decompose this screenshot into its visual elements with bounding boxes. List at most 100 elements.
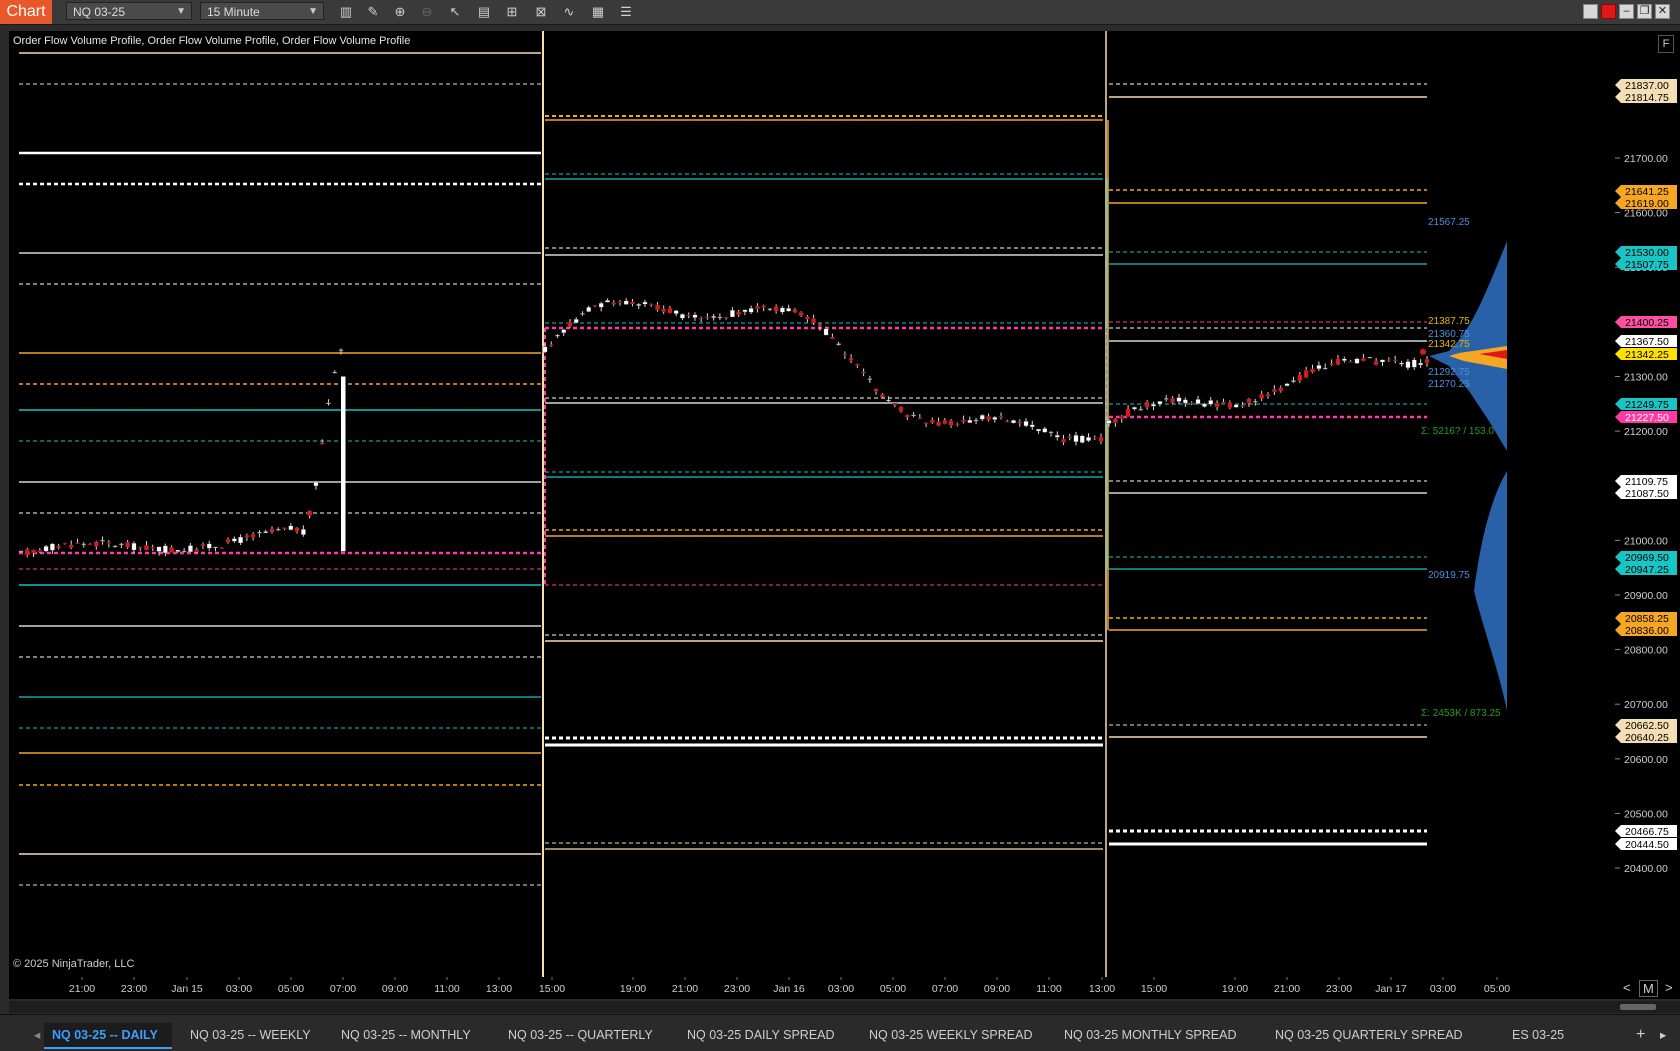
scroll-right-button[interactable]: > (1665, 980, 1673, 995)
candle-body (1265, 394, 1271, 397)
candle-body (1079, 435, 1085, 443)
tab-nq-weekly[interactable]: NQ 03-25 -- WEEKLY (190, 1023, 311, 1047)
candle-body (798, 312, 804, 316)
indicators-icon[interactable]: ∿ (560, 3, 578, 21)
candle-body (257, 532, 262, 534)
draw-pencil-icon[interactable]: ✎ (364, 3, 382, 21)
restore-button[interactable]: ❐ (1637, 4, 1652, 19)
candle-body (1061, 438, 1066, 443)
scroll-thumb[interactable] (1620, 1004, 1656, 1010)
tab-nq-quarterly-spread[interactable]: NQ 03-25 QUARTERLY SPREAD (1275, 1023, 1463, 1047)
candle (1004, 419, 1010, 423)
candle (213, 546, 218, 552)
data-box-icon[interactable]: ▤ (475, 3, 493, 21)
strategies-icon[interactable]: ⊠ (532, 3, 550, 21)
candle-body (973, 420, 979, 422)
candle (855, 363, 860, 369)
candle-body (112, 545, 118, 548)
time-axis[interactable]: 21:00 23:00 Jan 15 03:00 05:00 07:00 09:00 11:0… (9, 977, 1615, 999)
time-tick-label: 03:00 (828, 983, 854, 995)
candle-body (1405, 361, 1411, 368)
candle-body (886, 399, 891, 402)
tab-nq-daily-spread[interactable]: NQ 03-25 DAILY SPREAD (687, 1023, 835, 1047)
candle (567, 319, 573, 328)
tab-nq-monthly-spread[interactable]: NQ 03-25 MONTHLY SPREAD (1064, 1023, 1237, 1047)
candle-body (326, 402, 331, 404)
bar-type-icon[interactable]: ▥ (337, 3, 355, 21)
templates-icon[interactable]: ⊞ (503, 3, 521, 21)
tab-nq-monthly[interactable]: NQ 03-25 -- MONTHLY (341, 1023, 471, 1047)
price-badge-label: 20662.50 (1625, 720, 1669, 732)
tab-nq-daily[interactable]: NQ 03-25 -- DAILY (44, 1023, 172, 1049)
candle-body (1221, 402, 1226, 404)
candle-body (661, 308, 667, 312)
candle (648, 303, 654, 307)
candle-body (162, 545, 168, 554)
candle-body (904, 414, 910, 418)
candle-body (1132, 407, 1137, 410)
candle-body (1106, 420, 1112, 424)
candle (642, 299, 648, 307)
window-options-button[interactable] (1583, 4, 1598, 19)
tab-es[interactable]: ES 03-25 (1512, 1023, 1564, 1047)
candle (929, 417, 935, 424)
candle-body (225, 538, 231, 543)
calculator-icon[interactable]: ▦ (589, 3, 607, 21)
pointer-icon[interactable]: ↖ (446, 3, 464, 21)
tab-nq-weekly-spread[interactable]: NQ 03-25 WEEKLY SPREAD (869, 1023, 1033, 1047)
instrument-selector[interactable]: NQ 03-25 ▼ (66, 2, 192, 20)
tab-nq-quarterly[interactable]: NQ 03-25 -- QUARTERLY (508, 1023, 653, 1047)
chart-app-badge[interactable]: Chart (0, 0, 52, 24)
candle (269, 526, 275, 534)
candle-body (93, 541, 99, 547)
price-tick-label: 21700.00 (1624, 153, 1668, 165)
candle-body (1195, 399, 1201, 404)
price-level-badge: 21227.50 (1615, 411, 1677, 424)
zoom-in-icon[interactable]: ⊕ (391, 3, 409, 21)
properties-list-icon[interactable]: ☰ (617, 3, 635, 21)
time-tick-label: 11:00 (434, 983, 460, 995)
fit-button[interactable]: F (1658, 35, 1674, 53)
candle (861, 368, 866, 377)
volume-profile-histogram (1474, 471, 1507, 711)
minimize-button[interactable]: – (1619, 4, 1634, 19)
interval-selector[interactable]: 15 Minute ▼ (200, 2, 324, 20)
zoom-out-icon[interactable]: ⊖ (418, 3, 436, 21)
tab-prev-icon[interactable]: ◂ (34, 1023, 40, 1047)
candle-body (861, 371, 866, 374)
horizontal-scrollbar[interactable] (9, 1001, 1680, 1013)
candle (1424, 355, 1430, 367)
price-tick-label: 20900.00 (1624, 590, 1668, 602)
tab-next-icon[interactable]: ▸ (1660, 1023, 1666, 1047)
candle-body (630, 301, 635, 305)
add-tab-button[interactable]: + (1636, 1023, 1645, 1047)
price-level-badge: 20662.50 (1615, 719, 1677, 732)
candle (904, 414, 910, 420)
scroll-left-button[interactable]: < (1623, 980, 1631, 995)
candle (723, 316, 729, 320)
chart-plot-area[interactable]: 21567.25 21387.75 21360.75 21342.75 21292.75… (9, 31, 1615, 977)
candle-body (842, 354, 848, 356)
candle (294, 526, 300, 534)
candle-body (150, 547, 156, 549)
candle-body (1354, 358, 1360, 364)
candle-body (119, 543, 124, 545)
candle (992, 416, 998, 423)
candle (1246, 397, 1252, 407)
price-axis[interactable]: 21700.0021600.0021500.0021400.0021300.00… (1615, 31, 1680, 977)
price-tick-label: 20600.00 (1624, 754, 1668, 766)
candle-body (24, 549, 30, 556)
link-color-button[interactable] (1601, 4, 1616, 19)
candle-body (1272, 389, 1277, 393)
candle-body (332, 371, 338, 374)
price-axis-labels: 21700.0021600.0021500.0021400.0021300.00… (1615, 79, 1677, 875)
price-badge-label: 21367.50 (1625, 336, 1669, 348)
candle (1042, 426, 1048, 433)
candle-body (1189, 402, 1195, 404)
close-button[interactable]: ✕ (1655, 4, 1670, 19)
scale-mode-button[interactable]: M (1639, 980, 1658, 997)
candle-body (231, 538, 237, 542)
time-tick-label: 23:00 (724, 983, 750, 995)
last-price-dot (1420, 348, 1426, 355)
candle-body (555, 334, 560, 337)
